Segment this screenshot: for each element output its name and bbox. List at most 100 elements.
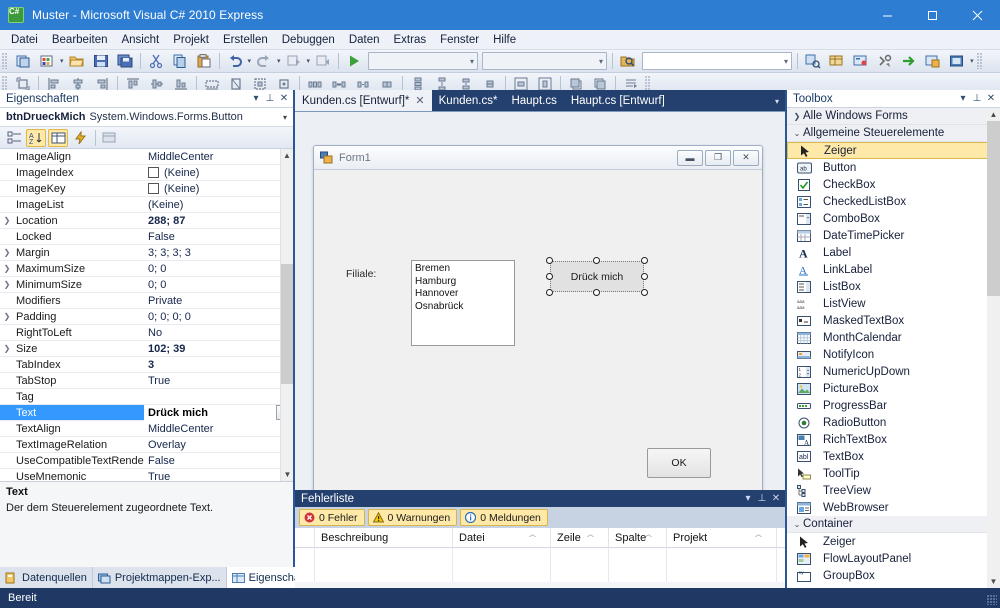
resize-handle-e[interactable] bbox=[641, 273, 648, 280]
toolbox-item-tooltip[interactable]: ToolTip bbox=[787, 465, 1000, 482]
property-row[interactable]: ImageList(Keine) bbox=[0, 197, 293, 213]
menu-item-datei[interactable]: Datei bbox=[4, 32, 45, 48]
property-row[interactable]: ❯MinimumSize0; 0 bbox=[0, 277, 293, 293]
menu-item-extras[interactable]: Extras bbox=[387, 32, 434, 48]
minimize-icon[interactable] bbox=[865, 0, 910, 30]
categorized-icon[interactable] bbox=[4, 129, 24, 147]
property-value[interactable]: 3 bbox=[144, 359, 293, 371]
toolbox-item-maskedtextbox[interactable]: MaskedTextBox bbox=[787, 312, 1000, 329]
expander[interactable]: ❯ bbox=[0, 248, 14, 257]
solution-platform-dropdown[interactable]: ▾ bbox=[482, 52, 607, 70]
toolbar-overflow-grip[interactable] bbox=[977, 53, 983, 69]
property-value[interactable]: MiddleCenter bbox=[144, 423, 293, 435]
property-row[interactable]: ModifiersPrivate bbox=[0, 293, 293, 309]
property-row[interactable]: ❯MaximumSize0; 0 bbox=[0, 261, 293, 277]
menu-item-projekt[interactable]: Projekt bbox=[166, 32, 216, 48]
solution-configuration-dropdown[interactable]: ▾ bbox=[368, 52, 478, 70]
error-list-rows[interactable] bbox=[295, 548, 785, 582]
toolbox-item-webbrowser[interactable]: WebBrowser bbox=[787, 499, 1000, 516]
doc-tab-haupt-cs-entwurf[interactable]: Haupt.cs [Entwurf] bbox=[564, 90, 672, 111]
property-row[interactable]: ❯Location288; 87 bbox=[0, 213, 293, 229]
new-project-icon[interactable] bbox=[12, 51, 34, 71]
property-value[interactable]: 3; 3; 3; 3 bbox=[144, 247, 293, 259]
menu-item-ansicht[interactable]: Ansicht bbox=[114, 32, 166, 48]
toolbox-group-allgemeine-steuerelemente[interactable]: ⌄ Allgemeine Steuerelemente bbox=[787, 125, 1000, 142]
pin-icon[interactable]: ⊥ bbox=[970, 93, 984, 104]
close-icon[interactable]: ✕ bbox=[984, 93, 998, 104]
property-value-editor[interactable]: Drück mich ▾ bbox=[144, 405, 293, 421]
output-window-icon[interactable] bbox=[946, 51, 968, 71]
cut-icon[interactable] bbox=[145, 51, 167, 71]
listbox-item[interactable]: Hamburg bbox=[415, 276, 511, 289]
property-row[interactable]: RightToLeftNo bbox=[0, 325, 293, 341]
alphabetical-icon[interactable]: AZ bbox=[26, 129, 46, 147]
toolbox-list[interactable]: ❯ Alle Windows Forms ⌄ Allgemeine Steuer… bbox=[787, 108, 1000, 588]
chevron-down-icon[interactable]: ⌄ bbox=[791, 129, 803, 138]
toolbox-item-monthcalendar[interactable]: MonthCalendar bbox=[787, 329, 1000, 346]
chevron-down-icon[interactable]: ▾ bbox=[307, 57, 311, 65]
chevron-down-icon[interactable]: ▾ bbox=[775, 97, 779, 106]
scroll-down-icon[interactable]: ▼ bbox=[987, 575, 1000, 588]
chevron-down-icon[interactable]: ▾ bbox=[248, 57, 252, 65]
property-row[interactable]: UseMnemonicTrue bbox=[0, 469, 293, 481]
scroll-up-icon[interactable]: ▲ bbox=[987, 108, 1000, 121]
filter-messages-button[interactable]: 0 Meldungen bbox=[460, 509, 548, 526]
scrollbar-thumb[interactable] bbox=[987, 121, 1000, 296]
toolbox-item-button[interactable]: ab Button bbox=[787, 159, 1000, 176]
resize-handle-s[interactable] bbox=[593, 289, 600, 296]
property-row[interactable]: ImageIndex(Keine) bbox=[0, 165, 293, 181]
menu-item-hilfe[interactable]: Hilfe bbox=[486, 32, 523, 48]
expander[interactable]: ❯ bbox=[0, 280, 14, 289]
form-body[interactable]: Filiale: Bremen Hamburg Hannover Osnabrü… bbox=[314, 170, 762, 492]
toolbar-grip[interactable] bbox=[2, 53, 8, 69]
selected-control-wrapper[interactable]: Drück mich bbox=[546, 257, 648, 296]
find-in-files-icon[interactable] bbox=[617, 51, 639, 71]
form-listbox-filiale[interactable]: Bremen Hamburg Hannover Osnabrück bbox=[411, 260, 515, 346]
scrollbar-thumb[interactable] bbox=[281, 264, 293, 384]
property-value[interactable]: 102; 39 bbox=[144, 343, 293, 355]
toolbox-item-checkedlistbox[interactable]: CheckedListBox bbox=[787, 193, 1000, 210]
panel-tab-datenquellen[interactable]: Datenquellen bbox=[0, 567, 93, 588]
error-list-icon[interactable] bbox=[898, 51, 920, 71]
toolbox-item-notifyicon[interactable]: NotifyIcon bbox=[787, 346, 1000, 363]
resize-handle-nw[interactable] bbox=[546, 257, 553, 264]
pin-icon[interactable]: ⊥ bbox=[755, 493, 769, 504]
properties-icon[interactable] bbox=[48, 129, 68, 147]
filter-errors-button[interactable]: 0 Fehler bbox=[299, 509, 365, 526]
open-file-icon[interactable] bbox=[66, 51, 88, 71]
toolbox-item-zeiger[interactable]: Zeiger bbox=[787, 142, 1000, 159]
close-icon[interactable]: ✕ bbox=[277, 93, 291, 104]
dropdown-icon[interactable]: ▾ bbox=[956, 93, 970, 104]
chevron-down-icon[interactable]: ▾ bbox=[277, 57, 281, 65]
close-icon[interactable]: ✕ bbox=[415, 94, 424, 107]
chevron-down-icon[interactable]: ⌄ bbox=[791, 520, 803, 529]
dropdown-icon[interactable]: ▾ bbox=[741, 493, 755, 504]
chevron-down-icon[interactable]: ▾ bbox=[279, 113, 291, 122]
listbox-item[interactable]: Osnabrück bbox=[415, 301, 511, 314]
property-row[interactable]: TabIndex3 bbox=[0, 357, 293, 373]
property-row-text-selected[interactable]: Text Drück mich ▾ bbox=[0, 405, 293, 421]
filter-warnings-button[interactable]: 0 Warnungen bbox=[368, 509, 458, 526]
column-header-beschreibung[interactable]: Beschreibung bbox=[315, 528, 453, 548]
menu-item-daten[interactable]: Daten bbox=[342, 32, 387, 48]
property-row[interactable]: TextAlignMiddleCenter bbox=[0, 421, 293, 437]
form-button-drueck-mich[interactable]: Drück mich bbox=[550, 261, 644, 292]
column-header-projekt[interactable]: Projekt︿ bbox=[667, 528, 777, 548]
resize-handle-n[interactable] bbox=[593, 257, 600, 264]
minimize-icon[interactable]: ▬ bbox=[677, 150, 703, 166]
property-row[interactable]: TextImageRelationOverlay bbox=[0, 437, 293, 453]
toolbox-item-linklabel[interactable]: A LinkLabel bbox=[787, 261, 1000, 278]
property-value[interactable]: (Keine) bbox=[144, 183, 293, 195]
property-row[interactable]: ImageKey(Keine) bbox=[0, 181, 293, 197]
property-row[interactable]: UseCompatibleTextRenderFalse bbox=[0, 453, 293, 469]
form-button-ok[interactable]: OK bbox=[647, 448, 711, 478]
chevron-right-icon[interactable]: ❯ bbox=[791, 112, 803, 121]
toolbox-item-richtextbox[interactable]: A RichTextBox bbox=[787, 431, 1000, 448]
expander[interactable]: ❯ bbox=[0, 216, 14, 225]
property-row[interactable]: ❯Margin3; 3; 3; 3 bbox=[0, 245, 293, 261]
close-icon[interactable] bbox=[955, 0, 1000, 30]
toolbox-item-label[interactable]: A Label bbox=[787, 244, 1000, 261]
navigate-backward-icon[interactable] bbox=[283, 51, 305, 71]
property-row[interactable]: Tag bbox=[0, 389, 293, 405]
toolbox-item-groupbox[interactable]: xy GroupBox bbox=[787, 567, 1000, 584]
